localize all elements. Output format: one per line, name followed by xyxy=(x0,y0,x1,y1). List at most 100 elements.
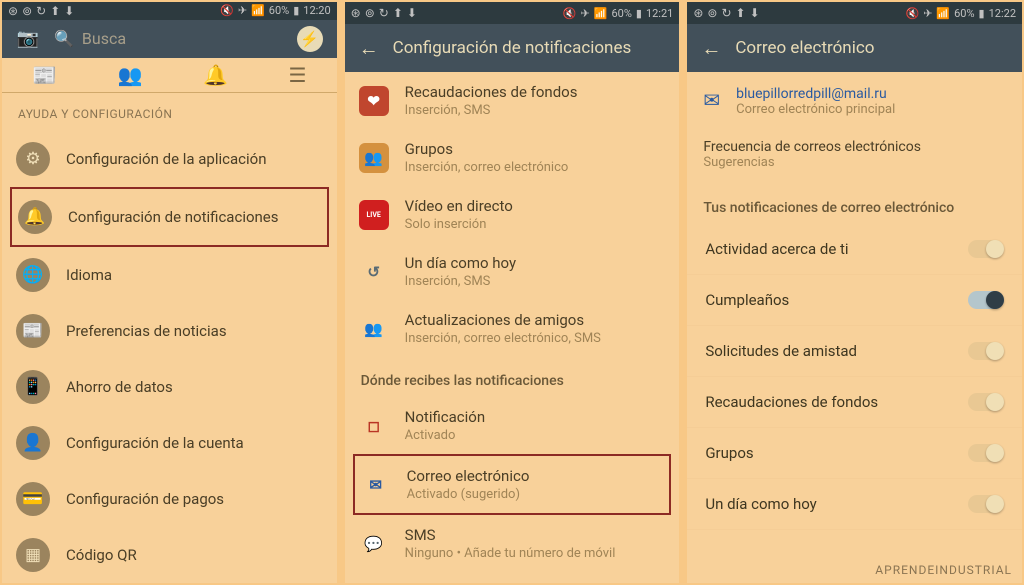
toggle-row[interactable]: Solicitudes de amistad xyxy=(687,326,1022,377)
toggle-label: Actividad acerca de ti xyxy=(705,240,848,258)
watermark: APRENDEINDUSTRIAL xyxy=(875,563,1012,577)
item-label: Configuración de notificaciones xyxy=(68,208,279,226)
toggle-switch[interactable] xyxy=(968,495,1004,513)
search-input[interactable]: 🔍Busca xyxy=(54,29,283,48)
notification-setting-item[interactable]: LIVE Vídeo en directo Solo inserción xyxy=(345,186,680,243)
item-label: Configuración de la aplicación xyxy=(66,150,267,168)
status-bar: ⊛⊚↻⬆⬇ 🔇✈📶60%▮12:20 xyxy=(2,2,337,20)
freq-label: Frecuencia de correos electrónicos xyxy=(703,139,1006,155)
phone-screen-1: ⊛⊚↻⬆⬇ 🔇✈📶60%▮12:20 📷 🔍Busca ⚡ 📰 👥 🔔 ☰ AY… xyxy=(2,2,337,583)
email-address: bluepillorredpill@mail.ru xyxy=(736,86,895,102)
section-header: AYUDA Y CONFIGURACIÓN xyxy=(2,93,337,131)
notification-setting-item[interactable]: 👥 Grupos Inserción, correo electrónico xyxy=(345,129,680,186)
settings-item[interactable]: 🌐 Idioma xyxy=(2,247,337,303)
item-icon: 💬 xyxy=(359,529,389,559)
item-label: Vídeo en directo xyxy=(405,197,513,215)
tab-friends[interactable]: 👥 xyxy=(118,63,143,87)
email-account-row[interactable]: ✉ bluepillorredpill@mail.ru Correo elect… xyxy=(687,72,1022,131)
item-icon: 👥 xyxy=(359,314,389,344)
item-label: Un día como hoy xyxy=(405,254,516,272)
item-icon: 🔔 xyxy=(18,200,52,234)
item-label: Ahorro de datos xyxy=(66,378,173,396)
item-label: Correo electrónico xyxy=(407,467,530,485)
item-icon: 📱 xyxy=(16,370,50,404)
notification-setting-item[interactable]: ✉ Correo electrónico Activado (sugerido) xyxy=(353,454,672,515)
settings-item[interactable]: 👤 Configuración de la cuenta xyxy=(2,415,337,471)
toggle-row[interactable]: Recaudaciones de fondos xyxy=(687,377,1022,428)
back-icon[interactable]: ← xyxy=(701,36,721,61)
item-label: Configuración de pagos xyxy=(66,490,224,508)
item-label: SMS xyxy=(405,526,616,544)
freq-value: Sugerencias xyxy=(703,155,1006,170)
item-icon: 👥 xyxy=(359,143,389,173)
email-sub: Correo electrónico principal xyxy=(736,102,895,117)
toggle-switch[interactable] xyxy=(968,444,1004,462)
item-label: Idioma xyxy=(66,266,112,284)
item-sub: Inserción, SMS xyxy=(405,274,516,289)
tab-menu[interactable]: ☰ xyxy=(288,63,306,87)
toggle-row[interactable]: Un día como hoy xyxy=(687,479,1022,530)
item-sub: Solo inserción xyxy=(405,217,513,232)
item-icon: ◻ xyxy=(359,411,389,441)
clock: 12:21 xyxy=(646,7,673,20)
item-icon: ✉ xyxy=(361,470,391,500)
phone-screen-3: ⊛⊚↻⬆⬇ 🔇✈📶60%▮12:22 ← Correo electrónico … xyxy=(687,2,1022,583)
notification-setting-item[interactable]: 👥 Actualizaciones de amigos Inserción, c… xyxy=(345,300,680,357)
settings-item[interactable]: 📱 Ahorro de datos xyxy=(2,359,337,415)
section-header: Dónde recibes las notificaciones xyxy=(345,357,680,397)
status-bar: ⊛⊚↻⬆⬇ 🔇✈📶60%▮12:22 xyxy=(687,2,1022,24)
toggle-label: Cumpleaños xyxy=(705,291,789,309)
item-icon: ❤ xyxy=(359,86,389,116)
settings-item[interactable]: 🔔 Configuración de notificaciones xyxy=(10,187,329,247)
app-bar: 📷 🔍Busca ⚡ xyxy=(2,20,337,58)
toggle-switch[interactable] xyxy=(968,240,1004,258)
item-icon: ↺ xyxy=(359,257,389,287)
search-icon: 🔍 xyxy=(54,29,74,48)
camera-icon[interactable]: 📷 xyxy=(16,27,40,51)
item-sub: Inserción, correo electrónico xyxy=(405,160,569,175)
mail-icon: ✉ xyxy=(703,88,720,112)
toggle-row[interactable]: Cumpleaños xyxy=(687,275,1022,326)
item-label: Actualizaciones de amigos xyxy=(405,311,601,329)
toggle-label: Recaudaciones de fondos xyxy=(705,393,878,411)
item-sub: Activado (sugerido) xyxy=(407,487,530,502)
toggle-label: Solicitudes de amistad xyxy=(705,342,857,360)
item-icon: 📰 xyxy=(16,314,50,348)
item-icon: 💳 xyxy=(16,482,50,516)
page-title: Correo electrónico xyxy=(735,38,874,58)
email-frequency-row[interactable]: Frecuencia de correos electrónicos Suger… xyxy=(687,131,1022,184)
item-label: Preferencias de noticias xyxy=(66,322,227,340)
app-bar: ← Correo electrónico xyxy=(687,24,1022,72)
toggle-switch[interactable] xyxy=(968,393,1004,411)
notification-setting-item[interactable]: ↺ Un día como hoy Inserción, SMS xyxy=(345,243,680,300)
back-icon[interactable]: ← xyxy=(359,36,379,61)
item-sub: Inserción, correo electrónico, SMS xyxy=(405,331,601,346)
clock: 12:22 xyxy=(989,7,1016,20)
toggle-switch[interactable] xyxy=(968,342,1004,360)
item-label: Grupos xyxy=(405,140,569,158)
settings-item[interactable]: ⚙ Configuración de la aplicación xyxy=(2,131,337,187)
notification-setting-item[interactable]: ❤ Recaudaciones de fondos Inserción, SMS xyxy=(345,72,680,129)
item-label: Configuración de la cuenta xyxy=(66,434,244,452)
toggle-switch[interactable] xyxy=(968,291,1004,309)
settings-item[interactable]: ▦ Código QR xyxy=(2,527,337,583)
clock: 12:20 xyxy=(303,4,330,17)
item-sub: Inserción, SMS xyxy=(405,103,578,118)
messenger-icon[interactable]: ⚡ xyxy=(297,26,323,52)
tab-feed[interactable]: 📰 xyxy=(32,63,57,87)
notification-setting-item[interactable]: 💬 SMS Ninguno • Añade tu número de móvil xyxy=(345,515,680,572)
item-sub: Activado xyxy=(405,428,485,443)
item-icon: ▦ xyxy=(16,538,50,572)
item-label: Notificación xyxy=(405,408,485,426)
section-header: Tus notificaciones de correo electrónico xyxy=(687,184,1022,224)
page-title: Configuración de notificaciones xyxy=(393,38,632,58)
notification-setting-item[interactable]: ◻ Notificación Activado xyxy=(345,397,680,454)
item-icon: 🌐 xyxy=(16,258,50,292)
toggle-row[interactable]: Actividad acerca de ti xyxy=(687,224,1022,275)
settings-item[interactable]: 📰 Preferencias de noticias xyxy=(2,303,337,359)
settings-item[interactable]: 💳 Configuración de pagos xyxy=(2,471,337,527)
phone-screen-2: ⊛⊚↻⬆⬇ 🔇✈📶60%▮12:21 ← Configuración de no… xyxy=(345,2,680,583)
toggle-row[interactable]: Grupos xyxy=(687,428,1022,479)
item-icon: ⚙ xyxy=(16,142,50,176)
tab-notifications[interactable]: 🔔 xyxy=(203,63,228,87)
